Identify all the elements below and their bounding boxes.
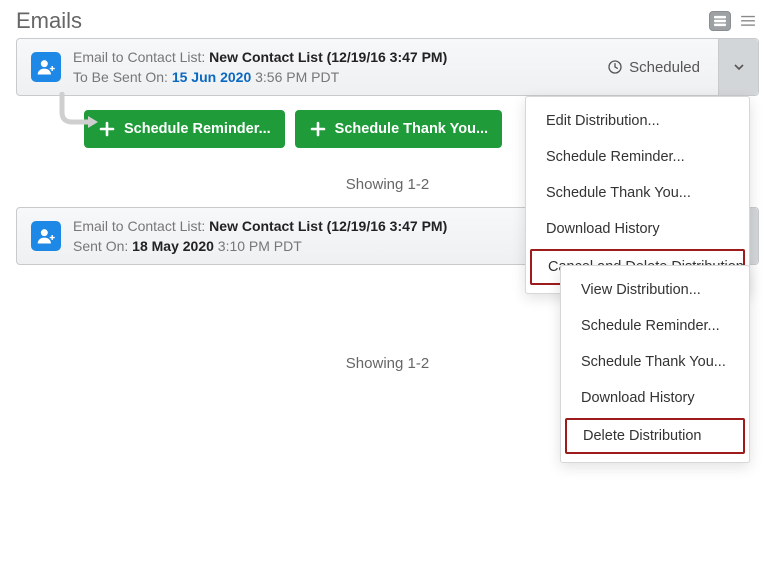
menu-schedule-reminder[interactable]: Schedule Reminder... (561, 308, 749, 344)
menu-schedule-thankyou[interactable]: Schedule Thank You... (561, 344, 749, 380)
title-prefix: Email to Contact List: (73, 49, 205, 65)
contact-list-icon (31, 52, 61, 82)
card-menu-toggle[interactable] (718, 39, 758, 95)
menu-download-history[interactable]: Download History (561, 380, 749, 416)
menu-edit-distribution[interactable]: Edit Distribution... (526, 103, 749, 139)
view-toggle-group (709, 11, 759, 31)
distribution-card-scheduled: Email to Contact List: New Contact List … (16, 38, 759, 96)
button-label: Schedule Thank You... (335, 121, 488, 137)
status-label: Scheduled (629, 59, 700, 76)
schedule-reminder-button[interactable]: Schedule Reminder... (84, 110, 285, 148)
menu-download-history[interactable]: Download History (526, 211, 749, 247)
menu-schedule-reminder[interactable]: Schedule Reminder... (526, 139, 749, 175)
card-title-line: Email to Contact List: New Contact List … (73, 49, 572, 65)
list-icon (740, 15, 756, 27)
sent-label: Sent On: (73, 238, 128, 254)
contact-list-name: New Contact List (12/19/16 3:47 PM) (209, 49, 447, 65)
schedule-thankyou-button[interactable]: Schedule Thank You... (295, 110, 502, 148)
contact-list-icon (31, 221, 61, 251)
menu-highlight-box: Delete Distribution (565, 418, 745, 454)
scheduled-time: 3:56 PM PDT (255, 69, 339, 85)
chevron-down-icon (733, 61, 745, 73)
stack-icon (713, 15, 727, 27)
distribution-menu-sent: View Distribution... Schedule Reminder..… (560, 265, 750, 463)
clock-icon (607, 59, 623, 75)
scheduled-date-link[interactable]: 15 Jun 2020 (172, 69, 251, 85)
contact-list-name: New Contact List (12/19/16 3:47 PM) (209, 218, 447, 234)
status-scheduled: Scheduled (607, 59, 700, 76)
view-stacked-button[interactable] (709, 11, 731, 31)
page-title: Emails (16, 8, 82, 34)
menu-view-distribution[interactable]: View Distribution... (561, 272, 749, 308)
sent-date: 18 May 2020 (132, 238, 214, 254)
menu-schedule-thankyou[interactable]: Schedule Thank You... (526, 175, 749, 211)
plus-icon (98, 120, 116, 138)
menu-delete-distribution[interactable]: Delete Distribution (567, 420, 743, 452)
title-prefix: Email to Contact List: (73, 218, 205, 234)
button-label: Schedule Reminder... (124, 121, 271, 137)
sent-label: To Be Sent On: (73, 69, 168, 85)
card-title-line: Email to Contact List: New Contact List … (73, 218, 538, 234)
sent-time: 3:10 PM PDT (218, 238, 302, 254)
card-sent-line: Sent On: 18 May 2020 3:10 PM PDT (73, 238, 538, 254)
card-schedule-line: To Be Sent On: 15 Jun 2020 3:56 PM PDT (73, 69, 572, 85)
plus-icon (309, 120, 327, 138)
view-list-button[interactable] (737, 11, 759, 31)
